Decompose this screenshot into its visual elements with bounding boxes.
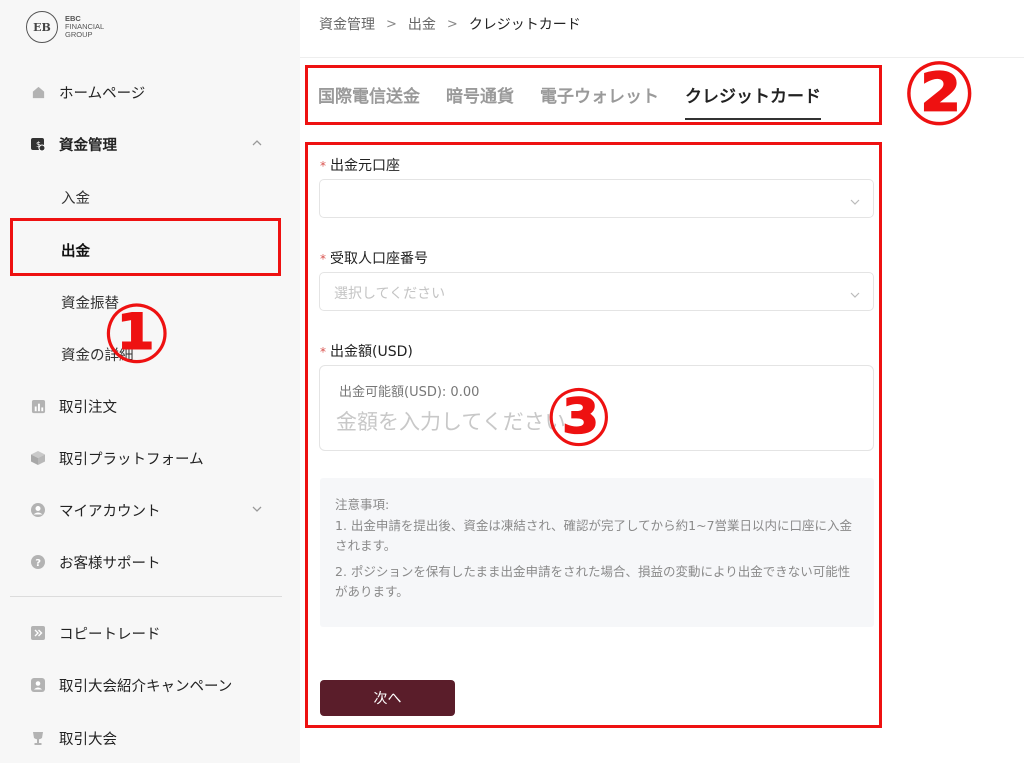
sidebar-item-trading-contest[interactable]: 取引大会 xyxy=(0,724,300,752)
sidebar-item-trading-platform[interactable]: 取引プラットフォーム xyxy=(0,444,300,472)
help-icon: ? xyxy=(30,554,46,570)
sidebar-item-label: ホームページ xyxy=(59,85,146,102)
sidebar-item-customer-support[interactable]: ? お客様サポート xyxy=(0,548,300,576)
sidebar-item-label: 資金管理 xyxy=(59,137,117,154)
annotation-number-3: ③ xyxy=(545,371,613,464)
breadcrumb-item-fund-management[interactable]: 資金管理 xyxy=(319,14,375,34)
breadcrumb: 資金管理 > 出金 > クレジットカード xyxy=(319,14,581,34)
breadcrumb-item-current: クレジットカード xyxy=(468,17,581,33)
sidebar-item-fund-management[interactable]: $ 資金管理 xyxy=(0,130,300,158)
sidebar-item-referral-campaign[interactable]: 取引大会紹介キャンペーン xyxy=(0,671,300,699)
referral-icon xyxy=(30,677,46,693)
sidebar-item-my-account[interactable]: マイアカウント xyxy=(0,496,300,524)
trophy-icon xyxy=(30,730,46,746)
sidebar-subitem-deposit[interactable]: 入金 xyxy=(0,183,300,211)
sidebar-item-label: 取引注文 xyxy=(59,399,117,416)
sidebar-divider xyxy=(10,596,282,597)
logo-text: EBC FINANCIAL GROUP xyxy=(65,15,104,39)
cube-icon xyxy=(30,450,46,466)
user-icon xyxy=(30,502,46,518)
chart-icon xyxy=(30,398,46,414)
sidebar-item-copy-trade[interactable]: コピートレード xyxy=(0,619,300,647)
svg-text:?: ? xyxy=(35,558,41,569)
sidebar-item-home[interactable]: ホームページ xyxy=(0,78,300,106)
annotation-box-2 xyxy=(305,65,882,125)
annotation-box-1 xyxy=(10,218,281,276)
chevron-up-icon xyxy=(250,136,266,152)
wallet-icon: $ xyxy=(30,136,46,152)
logo-line-3: GROUP xyxy=(65,30,93,39)
sidebar-item-label: 取引プラットフォーム xyxy=(59,451,204,468)
annotation-number-2: ② xyxy=(902,42,977,145)
home-icon xyxy=(30,84,46,100)
svg-text:$: $ xyxy=(36,140,41,149)
copy-trade-icon xyxy=(30,625,46,641)
sidebar-subitem-label: 入金 xyxy=(61,190,90,207)
annotation-number-1: ① xyxy=(102,287,172,382)
logo[interactable]: EB EBC FINANCIAL GROUP xyxy=(26,11,104,43)
sidebar-item-label: 取引大会紹介キャンペーン xyxy=(59,678,233,695)
breadcrumb-separator-icon: > xyxy=(446,16,458,32)
sidebar-item-label: 取引大会 xyxy=(59,731,117,748)
sidebar-item-label: マイアカウント xyxy=(59,503,161,520)
breadcrumb-separator-icon: > xyxy=(386,16,397,32)
breadcrumb-item-withdrawal[interactable]: 出金 xyxy=(408,14,436,34)
sidebar-item-trade-orders[interactable]: 取引注文 xyxy=(0,392,300,420)
sidebar-item-label: お客様サポート xyxy=(59,555,161,572)
chevron-down-icon xyxy=(250,502,266,518)
logo-mark: EB xyxy=(26,11,58,43)
sidebar-item-label: コピートレード xyxy=(59,626,161,643)
